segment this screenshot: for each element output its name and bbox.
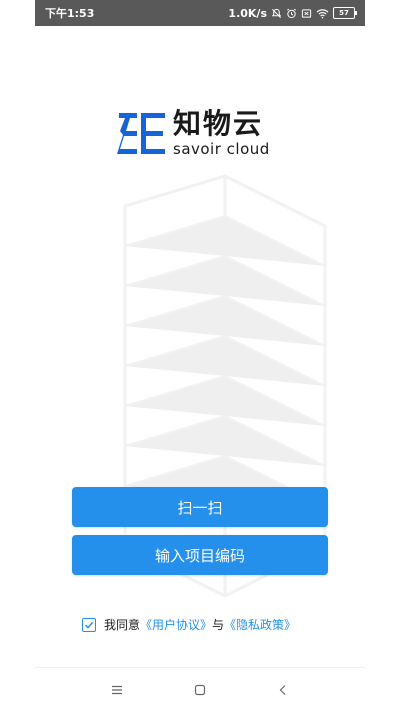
back-icon[interactable] (268, 675, 298, 705)
right-bezel (365, 0, 400, 711)
logo-name-cn: 知物云 (173, 107, 264, 140)
phone-screen: 下午1:53 1.0K/s 57 知物云 savoir cloud 扫一扫 输入… (0, 0, 400, 711)
agreement-connector: 与 (212, 618, 225, 632)
left-bezel (0, 0, 35, 711)
battery-icon: 57 (333, 7, 357, 19)
status-bar: 下午1:53 1.0K/s 57 (35, 0, 365, 26)
wifi-icon (316, 8, 329, 19)
privacy-policy-link[interactable]: 《隐私政策》 (224, 616, 296, 633)
savoir-logo-icon (117, 109, 165, 157)
agreement-row: 我同意 《用户协议》 与 《隐私政策》 (82, 616, 296, 633)
net-speed: 1.0K/s (228, 6, 267, 20)
check-icon (84, 621, 94, 629)
alarm-icon (286, 8, 297, 19)
sim-card-icon (301, 8, 312, 19)
agreement-prefix: 我同意 (104, 618, 141, 632)
scan-button[interactable]: 扫一扫 (72, 487, 328, 527)
app-logo: 知物云 savoir cloud (117, 108, 270, 158)
system-nav-bar (35, 667, 365, 711)
notification-off-icon (271, 8, 282, 19)
enter-project-code-button[interactable]: 输入项目编码 (72, 535, 328, 575)
home-icon[interactable] (185, 675, 215, 705)
status-time: 下午1:53 (45, 7, 95, 20)
status-indicators: 1.0K/s 57 (228, 6, 357, 20)
user-agreement-link[interactable]: 《用户协议》 (140, 616, 212, 633)
agreement-checkbox[interactable] (82, 617, 96, 632)
logo-text: 知物云 savoir cloud (173, 107, 270, 159)
menu-icon[interactable] (102, 675, 132, 705)
logo-name-en: savoir cloud (173, 140, 270, 158)
app-content: 知物云 savoir cloud 扫一扫 输入项目编码 我同意 《用户协议》 与… (35, 26, 365, 667)
